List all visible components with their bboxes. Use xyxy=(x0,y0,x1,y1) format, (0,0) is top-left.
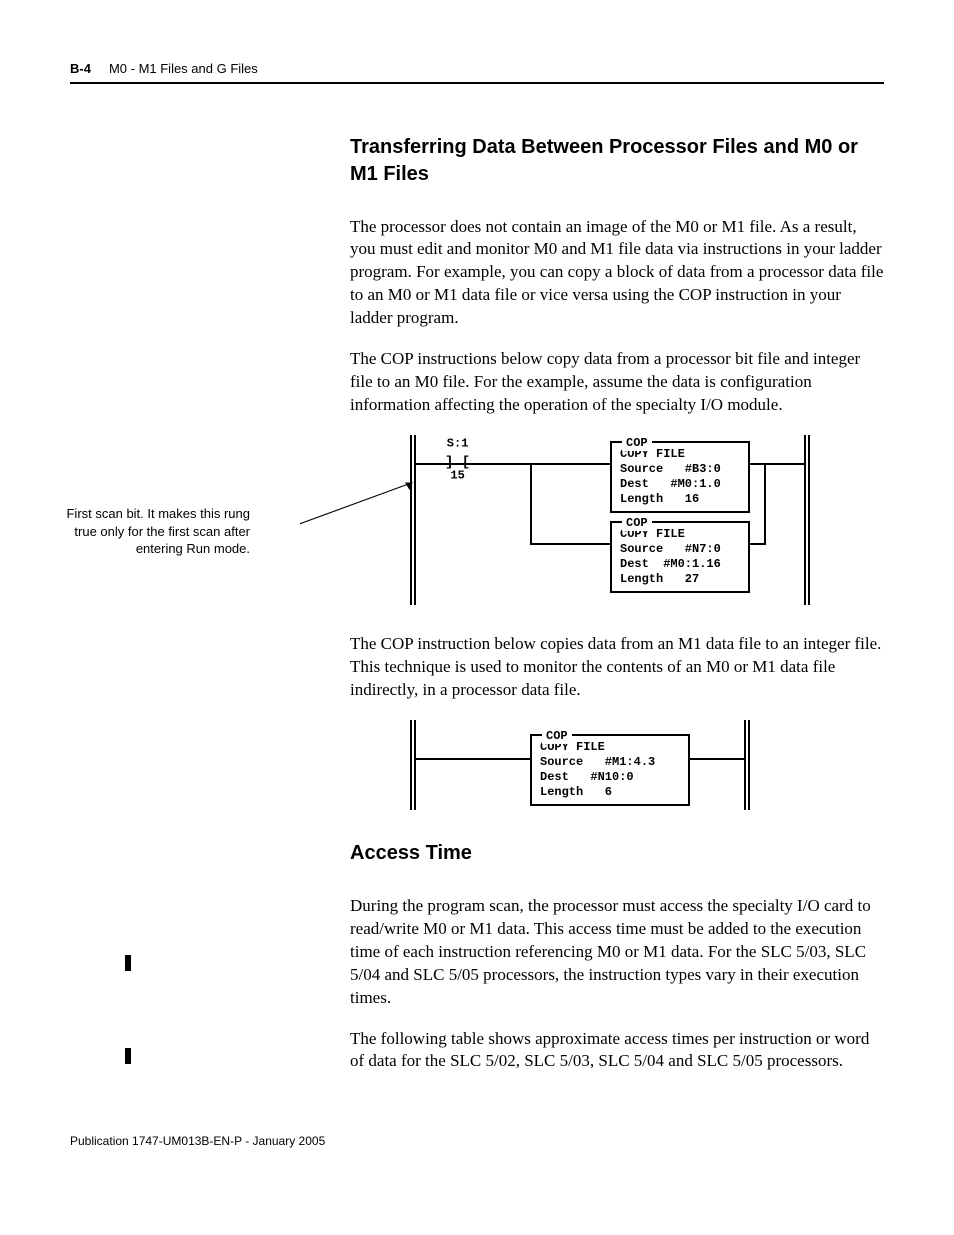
revision-bar-icon xyxy=(125,955,131,971)
instruction-dest: Dest #N10:0 xyxy=(540,770,680,785)
paragraph-text: During the program scan, the processor m… xyxy=(350,896,871,1007)
contact-address: S:1 xyxy=(447,436,469,452)
running-header: B-4 M0 - M1 Files and G Files xyxy=(70,60,884,78)
instruction-mnemonic: COP xyxy=(542,728,572,744)
section-heading-access-time: Access Time xyxy=(350,840,884,867)
instruction-source: Source #B3:0 xyxy=(620,462,740,477)
section-heading-transferring: Transferring Data Between Processor File… xyxy=(350,134,884,188)
xic-contact: S:1 ] [ 15 xyxy=(445,454,470,473)
instruction-dest: Dest #M0:1.16 xyxy=(620,557,740,572)
paragraph: During the program scan, the processor m… xyxy=(350,895,884,1010)
paragraph: The following table shows approximate ac… xyxy=(350,1028,884,1074)
header-title: M0 - M1 Files and G Files xyxy=(109,60,258,78)
sidenote-first-scan: First scan bit. It makes this rung true … xyxy=(50,505,250,558)
instruction-mnemonic: COP xyxy=(622,515,652,531)
paragraph: The processor does not contain an image … xyxy=(350,216,884,331)
paragraph: The COP instructions below copy data fro… xyxy=(350,348,884,417)
ladder-diagram-2: COP COPY FILE Source #M1:4.3 Dest #N10:0… xyxy=(350,720,884,810)
leader-arrow-icon xyxy=(300,475,420,535)
paragraph: The COP instruction below copies data fr… xyxy=(350,633,884,702)
contact-bit: 15 xyxy=(450,468,464,484)
revision-bar-icon xyxy=(125,1048,131,1064)
publication-footer: Publication 1747-UM013B-EN-P - January 2… xyxy=(70,1133,884,1149)
ladder-diagram-1: First scan bit. It makes this rung true … xyxy=(350,435,884,605)
instruction-length: Length 6 xyxy=(540,785,680,800)
instruction-dest: Dest #M0:1.0 xyxy=(620,477,740,492)
instruction-box-cop-3: COP COPY FILE Source #M1:4.3 Dest #N10:0… xyxy=(530,734,690,806)
instruction-length: Length 16 xyxy=(620,492,740,507)
instruction-box-cop-1: COP COPY FILE Source #B3:0 Dest #M0:1.0 … xyxy=(610,441,750,513)
instruction-length: Length 27 xyxy=(620,572,740,587)
instruction-mnemonic: COP xyxy=(622,435,652,451)
instruction-source: Source #M1:4.3 xyxy=(540,755,680,770)
header-rule xyxy=(70,82,884,84)
paragraph-text: The following table shows approximate ac… xyxy=(350,1029,869,1071)
instruction-source: Source #N7:0 xyxy=(620,542,740,557)
page-number: B-4 xyxy=(70,60,91,78)
instruction-box-cop-2: COP COPY FILE Source #N7:0 Dest #M0:1.16… xyxy=(610,521,750,593)
